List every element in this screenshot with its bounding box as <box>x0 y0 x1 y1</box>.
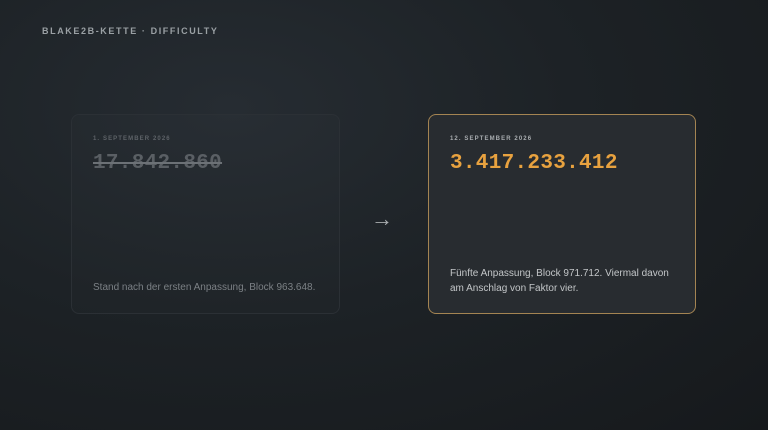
card-before-note: Stand nach der ersten Anpassung, Block 9… <box>93 282 316 293</box>
card-after-note: Fünfte Anpassung, Block 971.712. Viermal… <box>450 268 669 294</box>
card-before-date: 1. SEPTEMBER 2026 <box>93 136 171 142</box>
card-after-date: 12. SEPTEMBER 2026 <box>450 136 533 142</box>
card-before-value: 17.842.860 <box>93 152 223 175</box>
card-before: 1. SEPTEMBER 2026 17.842.860 Stand nach … <box>71 114 340 314</box>
card-after: 12. SEPTEMBER 2026 3.417.233.412 Fünfte … <box>428 114 696 314</box>
card-after-value: 3.417.233.412 <box>450 152 618 175</box>
page-eyebrow: BLAKE2B-KETTE · DIFFICULTY <box>42 26 219 36</box>
right-arrow-icon: → <box>371 206 393 231</box>
